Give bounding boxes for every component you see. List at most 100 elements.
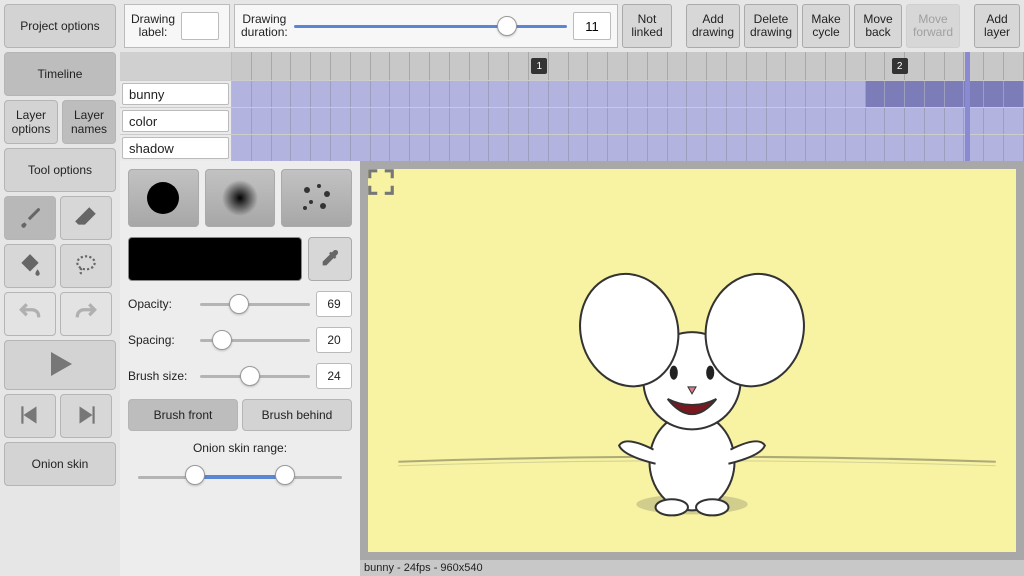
keyframe-marker[interactable]: 2 bbox=[892, 58, 908, 74]
timeline-cell[interactable] bbox=[628, 108, 648, 134]
timeline-cell[interactable] bbox=[470, 81, 490, 107]
eyedropper-button[interactable] bbox=[308, 237, 352, 281]
timeline-cell[interactable] bbox=[588, 135, 608, 161]
timeline-cell[interactable] bbox=[628, 135, 648, 161]
timeline-cell[interactable] bbox=[272, 108, 292, 134]
timeline-cell[interactable] bbox=[786, 135, 806, 161]
brush-tool-button[interactable] bbox=[4, 196, 56, 240]
timeline-cell[interactable] bbox=[588, 81, 608, 107]
timeline-cell[interactable] bbox=[806, 135, 826, 161]
timeline-cell[interactable] bbox=[826, 135, 846, 161]
timeline-cell[interactable] bbox=[826, 108, 846, 134]
make-cycle-button[interactable]: Make cycle bbox=[802, 4, 850, 48]
timeline-cell[interactable] bbox=[549, 81, 569, 107]
timeline-cell[interactable] bbox=[569, 135, 589, 161]
timeline-cell[interactable] bbox=[984, 81, 1004, 107]
timeline-cell[interactable] bbox=[311, 81, 331, 107]
layer-names-button[interactable]: Layer names bbox=[62, 100, 116, 144]
timeline-cell[interactable] bbox=[866, 135, 886, 161]
timeline-cell[interactable] bbox=[727, 108, 747, 134]
timeline-cell[interactable] bbox=[806, 108, 826, 134]
timeline-cell[interactable] bbox=[450, 108, 470, 134]
add-drawing-button[interactable]: Add drawing bbox=[686, 4, 740, 48]
drawing-duration-slider[interactable] bbox=[294, 16, 567, 36]
timeline-cell[interactable] bbox=[727, 135, 747, 161]
timeline-cell[interactable] bbox=[549, 108, 569, 134]
timeline-ruler[interactable]: /*build ticks inline via template repeti… bbox=[232, 52, 1024, 80]
timeline-cell[interactable] bbox=[747, 135, 767, 161]
delete-drawing-button[interactable]: Delete drawing bbox=[744, 4, 798, 48]
timeline-cell[interactable] bbox=[252, 108, 272, 134]
timeline-cell[interactable] bbox=[846, 81, 866, 107]
timeline-cell[interactable] bbox=[727, 81, 747, 107]
timeline-cell[interactable] bbox=[410, 135, 430, 161]
timeline-cell[interactable] bbox=[529, 135, 549, 161]
timeline-cell[interactable] bbox=[232, 135, 252, 161]
timeline-cell[interactable] bbox=[371, 135, 391, 161]
timeline-cell[interactable] bbox=[846, 108, 866, 134]
brush-preset-1[interactable] bbox=[128, 169, 199, 227]
timeline-cell[interactable] bbox=[905, 108, 925, 134]
timeline-cell[interactable] bbox=[430, 135, 450, 161]
timeline-cell[interactable] bbox=[410, 81, 430, 107]
onion-skin-button[interactable]: Onion skin bbox=[4, 442, 116, 486]
timeline-cell[interactable] bbox=[569, 108, 589, 134]
timeline-cell[interactable] bbox=[272, 81, 292, 107]
timeline-cell[interactable] bbox=[1004, 135, 1024, 161]
onion-skin-range-slider[interactable] bbox=[138, 465, 342, 489]
lasso-tool-button[interactable] bbox=[60, 244, 112, 288]
timeline-cell[interactable] bbox=[351, 81, 371, 107]
timeline-cell[interactable] bbox=[489, 135, 509, 161]
timeline-cell[interactable] bbox=[925, 108, 945, 134]
expand-button[interactable] bbox=[366, 167, 396, 200]
timeline-cell[interactable] bbox=[668, 135, 688, 161]
timeline-cell[interactable] bbox=[608, 135, 628, 161]
timeline-cell[interactable] bbox=[687, 135, 707, 161]
timeline-cell[interactable] bbox=[410, 108, 430, 134]
timeline-cell[interactable] bbox=[905, 81, 925, 107]
timeline-cell[interactable] bbox=[866, 108, 886, 134]
timeline-cell[interactable] bbox=[1004, 81, 1024, 107]
drawing-label-input[interactable] bbox=[181, 12, 219, 40]
timeline-cell[interactable] bbox=[549, 135, 569, 161]
not-linked-button[interactable]: Not linked bbox=[622, 4, 672, 48]
timeline-cell[interactable] bbox=[786, 108, 806, 134]
timeline-cell[interactable] bbox=[470, 108, 490, 134]
add-layer-button[interactable]: Add layer bbox=[974, 4, 1020, 48]
timeline-cell[interactable] bbox=[311, 135, 331, 161]
timeline-cell[interactable] bbox=[648, 135, 668, 161]
timeline-cell[interactable] bbox=[767, 81, 787, 107]
timeline-cell[interactable] bbox=[885, 108, 905, 134]
timeline-cell[interactable] bbox=[984, 135, 1004, 161]
timeline-cell[interactable] bbox=[925, 81, 945, 107]
brush-front-button[interactable]: Brush front bbox=[128, 399, 238, 431]
fill-tool-button[interactable] bbox=[4, 244, 56, 288]
timeline-cell[interactable] bbox=[331, 135, 351, 161]
timeline-cell[interactable] bbox=[1004, 108, 1024, 134]
timeline-cell[interactable] bbox=[509, 135, 529, 161]
timeline-cell[interactable] bbox=[311, 108, 331, 134]
timeline-cell[interactable] bbox=[489, 81, 509, 107]
timeline-cell[interactable] bbox=[608, 108, 628, 134]
timeline-cell[interactable] bbox=[529, 81, 549, 107]
timeline-cell[interactable] bbox=[252, 135, 272, 161]
timeline-cell[interactable] bbox=[608, 81, 628, 107]
timeline-cell[interactable] bbox=[291, 81, 311, 107]
timeline-cell[interactable] bbox=[331, 81, 351, 107]
timeline-cell[interactable] bbox=[371, 108, 391, 134]
timeline-cell[interactable] bbox=[786, 81, 806, 107]
timeline-cell[interactable] bbox=[846, 135, 866, 161]
timeline-cell[interactable] bbox=[648, 108, 668, 134]
timeline-cell[interactable] bbox=[668, 81, 688, 107]
timeline-cell[interactable] bbox=[628, 81, 648, 107]
timeline-cell[interactable] bbox=[569, 81, 589, 107]
redo-button[interactable] bbox=[60, 292, 112, 336]
timeline-cell[interactable] bbox=[291, 108, 311, 134]
timeline-cell[interactable] bbox=[351, 135, 371, 161]
timeline-cell[interactable] bbox=[390, 135, 410, 161]
play-button[interactable] bbox=[4, 340, 116, 390]
brush-preset-3[interactable] bbox=[281, 169, 352, 227]
spacing-slider[interactable] bbox=[200, 330, 310, 350]
timeline-cell[interactable] bbox=[806, 81, 826, 107]
timeline-cell[interactable] bbox=[529, 108, 549, 134]
